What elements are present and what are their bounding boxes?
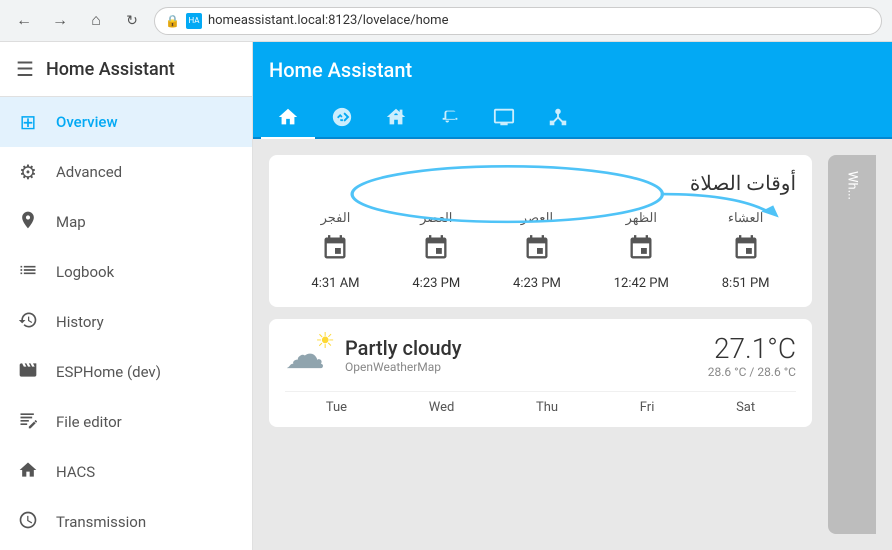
prayer-item-maghrib: العصر 4:23 PM bbox=[412, 211, 460, 291]
prayer-time-asr: 4:23 PM bbox=[513, 276, 561, 291]
hacs-icon bbox=[16, 460, 40, 485]
tab-bathtub[interactable] bbox=[423, 97, 477, 139]
sidebar-item-esphome[interactable]: ESPHome (dev) bbox=[0, 347, 252, 397]
prayer-time-fajr: 8:51 PM bbox=[722, 276, 770, 291]
weather-condition: Partly cloudy bbox=[345, 336, 696, 360]
content-area: أوقات الصلاة الفجر 4:31 AM bbox=[253, 139, 892, 550]
right-panel-text: Wh... bbox=[845, 171, 860, 200]
prayer-icon-dhuhr bbox=[627, 234, 655, 268]
weather-day-sat: Sat bbox=[736, 400, 755, 415]
weather-temperature: 27.1°C bbox=[708, 332, 796, 365]
prayer-card: أوقات الصلاة الفجر 4:31 AM bbox=[269, 155, 812, 307]
browser-chrome: ← → ⌂ ↻ 🔒 HA homeassistant.local:8123/lo… bbox=[0, 0, 892, 42]
sidebar-label-transmission: Transmission bbox=[56, 513, 146, 531]
sidebar-nav: ⊞ Overview ⚙ Advanced Map Logbook bbox=[0, 97, 252, 550]
sidebar-item-advanced[interactable]: ⚙ Advanced bbox=[0, 147, 252, 197]
tab-bar bbox=[253, 97, 892, 139]
favicon: HA bbox=[186, 13, 202, 29]
prayer-icon-asr bbox=[523, 234, 551, 268]
prayer-name-isha: الفجر bbox=[321, 211, 351, 226]
sidebar-label-history: History bbox=[56, 313, 104, 331]
prayer-icon-maghrib bbox=[422, 234, 450, 268]
refresh-button[interactable]: ↻ bbox=[118, 7, 146, 35]
address-bar[interactable]: 🔒 HA homeassistant.local:8123/lovelace/h… bbox=[154, 7, 882, 35]
prayer-time-maghrib: 4:23 PM bbox=[412, 276, 460, 291]
weather-day-fri: Fri bbox=[640, 400, 655, 415]
weather-desc: Partly cloudy OpenWeatherMap bbox=[345, 336, 696, 374]
sidebar-title: Home Assistant bbox=[46, 59, 175, 80]
right-panel: Wh... bbox=[828, 155, 876, 534]
sidebar: ☰ Home Assistant ⊞ Overview ⚙ Advanced M… bbox=[0, 42, 253, 550]
lock-icon: 🔒 bbox=[165, 14, 180, 28]
prayer-time-isha: 4:31 AM bbox=[311, 276, 359, 291]
prayer-card-wrapper: أوقات الصلاة الفجر 4:31 AM bbox=[269, 155, 812, 307]
history-icon bbox=[16, 310, 40, 335]
prayer-icon-fajr bbox=[732, 234, 760, 268]
sidebar-header: ☰ Home Assistant bbox=[0, 42, 252, 97]
sidebar-item-hacs[interactable]: HACS bbox=[0, 447, 252, 497]
tab-person[interactable] bbox=[315, 97, 369, 139]
weather-icon-area: ☁ ☀ bbox=[285, 331, 333, 379]
weather-temp-area: 27.1°C 28.6 °C / 28.6 °C bbox=[708, 332, 796, 379]
weather-main: ☁ ☀ Partly cloudy OpenWeatherMap 27.1°C … bbox=[285, 331, 796, 379]
sidebar-item-logbook[interactable]: Logbook bbox=[0, 247, 252, 297]
tab-tv[interactable] bbox=[477, 97, 531, 139]
home-button[interactable]: ⌂ bbox=[82, 7, 110, 35]
prayer-times-row: الفجر 4:31 AM العصر bbox=[285, 211, 796, 291]
map-icon bbox=[16, 210, 40, 235]
file-editor-icon bbox=[16, 410, 40, 435]
sidebar-label-overview: Overview bbox=[56, 113, 118, 131]
prayer-item-asr: العصر 4:23 PM bbox=[513, 211, 561, 291]
prayer-item-fajr: العشاء 8:51 PM bbox=[722, 211, 770, 291]
tab-network[interactable] bbox=[531, 97, 585, 139]
prayer-item-isha: الفجر 4:31 AM bbox=[311, 211, 359, 291]
tab-home[interactable] bbox=[261, 97, 315, 139]
sidebar-item-overview[interactable]: ⊞ Overview bbox=[0, 97, 252, 147]
sidebar-label-logbook: Logbook bbox=[56, 263, 114, 281]
sidebar-item-map[interactable]: Map bbox=[0, 197, 252, 247]
prayer-card-title: أوقات الصلاة bbox=[285, 171, 796, 195]
transmission-icon bbox=[16, 510, 40, 535]
esphome-icon bbox=[16, 360, 40, 385]
app-container: ☰ Home Assistant ⊞ Overview ⚙ Advanced M… bbox=[0, 42, 892, 550]
sun-icon: ☀ bbox=[315, 329, 335, 354]
sidebar-label-advanced: Advanced bbox=[56, 163, 122, 181]
weather-day-thu: Thu bbox=[536, 400, 558, 415]
prayer-item-dhuhr: الظهر 12:42 PM bbox=[614, 211, 669, 291]
tab-house[interactable] bbox=[369, 97, 423, 139]
forward-button[interactable]: → bbox=[46, 7, 74, 35]
back-button[interactable]: ← bbox=[10, 7, 38, 35]
sidebar-label-esphome: ESPHome (dev) bbox=[56, 363, 161, 381]
prayer-name-fajr: العشاء bbox=[728, 211, 764, 226]
url-text: homeassistant.local:8123/lovelace/home bbox=[208, 13, 449, 28]
sidebar-item-transmission[interactable]: Transmission bbox=[0, 497, 252, 547]
weather-source: OpenWeatherMap bbox=[345, 360, 696, 374]
sidebar-item-history[interactable]: History bbox=[0, 297, 252, 347]
main-content: Home Assistant bbox=[253, 42, 892, 550]
app-header-title: Home Assistant bbox=[269, 58, 876, 82]
sidebar-item-file-editor[interactable]: File editor bbox=[0, 397, 252, 447]
weather-days: Tue Wed Thu Fri Sat bbox=[285, 391, 796, 415]
sidebar-label-hacs: HACS bbox=[56, 463, 95, 481]
prayer-name-dhuhr: الظهر bbox=[626, 211, 657, 226]
weather-range: 28.6 °C / 28.6 °C bbox=[708, 365, 796, 379]
prayer-time-dhuhr: 12:42 PM bbox=[614, 276, 669, 291]
cards-column: أوقات الصلاة الفجر 4:31 AM bbox=[269, 155, 812, 534]
hamburger-icon[interactable]: ☰ bbox=[16, 57, 34, 81]
advanced-icon: ⚙ bbox=[16, 160, 40, 184]
weather-day-wed: Wed bbox=[429, 400, 455, 415]
app-header: Home Assistant bbox=[253, 42, 892, 97]
prayer-name-maghrib: العصر bbox=[420, 211, 452, 226]
weather-day-tue: Tue bbox=[326, 400, 347, 415]
overview-icon: ⊞ bbox=[16, 110, 40, 134]
weather-card: ☁ ☀ Partly cloudy OpenWeatherMap 27.1°C … bbox=[269, 319, 812, 427]
logbook-icon bbox=[16, 260, 40, 285]
prayer-name-asr: العصر bbox=[521, 211, 553, 226]
sidebar-label-map: Map bbox=[56, 213, 86, 231]
sidebar-label-file-editor: File editor bbox=[56, 413, 122, 431]
prayer-icon-isha bbox=[321, 234, 349, 268]
